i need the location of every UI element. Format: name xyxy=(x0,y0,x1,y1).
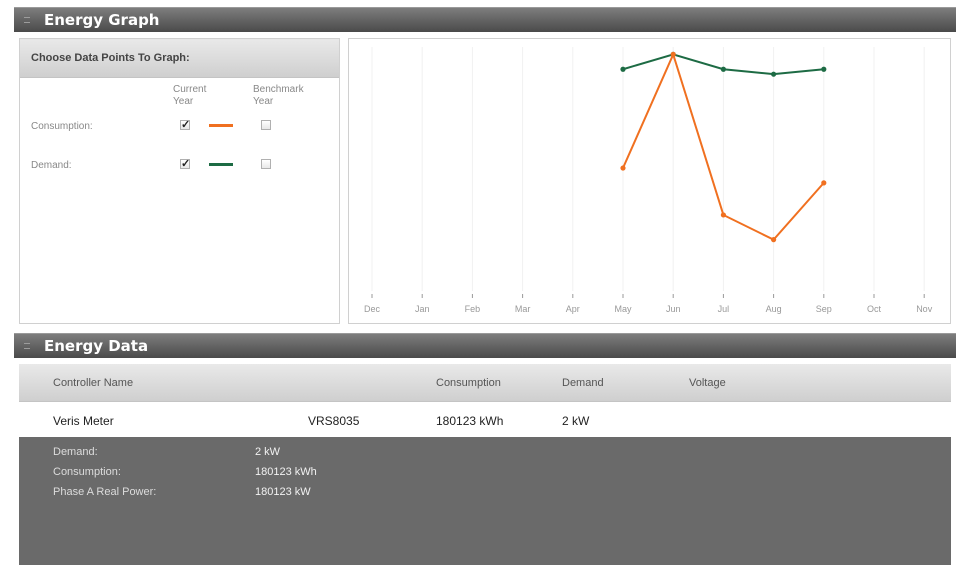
x-tick-label: Jun xyxy=(666,304,681,314)
energy-graph-title: Energy Graph xyxy=(44,11,160,29)
x-tick-label: Apr xyxy=(566,304,580,314)
energy-data-table: Controller Name Consumption Demand Volta… xyxy=(19,364,951,565)
controller-id-cell: VRS8035 xyxy=(308,414,360,428)
column-voltage[interactable]: Voltage xyxy=(689,377,726,389)
detail-value: 2 kW xyxy=(255,446,281,458)
demand-line-swatch xyxy=(209,163,233,166)
x-tick-label: Aug xyxy=(766,304,782,314)
detail-value: 180123 kW xyxy=(255,486,311,498)
consumption-label: Consumption: xyxy=(31,121,93,132)
x-tick-label: Oct xyxy=(867,304,882,314)
chooser-title: Choose Data Points To Graph: xyxy=(20,39,339,78)
data-point xyxy=(620,66,626,72)
consumption-cell: 180123 kWh xyxy=(436,414,504,428)
consumption-current-checkbox[interactable]: ✓ xyxy=(180,120,190,131)
data-point xyxy=(720,212,726,218)
column-consumption[interactable]: Consumption xyxy=(436,377,501,389)
benchmark-year-header: Benchmark Year xyxy=(253,84,304,107)
demand-cell: 2 kW xyxy=(562,414,590,428)
x-tick-label: Sep xyxy=(816,304,832,314)
x-tick-label: Mar xyxy=(515,304,531,314)
data-point xyxy=(720,66,726,72)
table-row[interactable]: Veris Meter VRS8035 180123 kWh 2 kW xyxy=(19,402,951,437)
consumption-benchmark-checkbox[interactable] xyxy=(261,120,271,130)
data-point-chooser: Choose Data Points To Graph: Current Yea… xyxy=(19,38,340,324)
data-point xyxy=(670,51,676,58)
drag-handle-icon[interactable] xyxy=(24,17,30,23)
data-point xyxy=(620,165,626,171)
detail-label: Consumption: xyxy=(53,466,121,478)
column-controller-name[interactable]: Controller Name xyxy=(53,377,133,389)
x-tick-label: Nov xyxy=(916,304,933,314)
detail-label: Demand: xyxy=(53,446,98,458)
controller-name-cell: Veris Meter xyxy=(53,414,114,428)
consumption-line-swatch xyxy=(209,124,233,127)
x-tick-label: Jul xyxy=(718,304,730,314)
data-point xyxy=(771,71,777,77)
demand-benchmark-checkbox[interactable] xyxy=(261,159,271,169)
current-year-header: Current Year xyxy=(173,84,207,107)
data-point xyxy=(771,237,777,243)
data-point xyxy=(821,66,827,72)
energy-data-title: Energy Data xyxy=(44,337,149,355)
demand-label: Demand: xyxy=(31,160,72,171)
data-point xyxy=(821,180,827,186)
energy-line-chart: Dec Jan Feb Mar Apr May Jun Jul Aug Sep Oct Nov xyxy=(364,47,933,314)
column-demand[interactable]: Demand xyxy=(562,377,604,389)
detail-label: Phase A Real Power: xyxy=(53,486,157,498)
energy-chart: Dec Jan Feb Mar Apr May Jun Jul Aug Sep Oct Nov xyxy=(348,38,951,324)
x-tick-label: Feb xyxy=(465,304,481,314)
x-tick-label: Jan xyxy=(415,304,430,314)
demand-current-checkbox[interactable]: ✓ xyxy=(180,159,190,170)
x-tick-label: May xyxy=(614,304,632,314)
table-header: Controller Name Consumption Demand Volta… xyxy=(19,364,951,402)
energy-graph-header[interactable]: Energy Graph xyxy=(14,7,956,32)
drag-handle-icon[interactable] xyxy=(24,343,30,349)
x-tick-label: Dec xyxy=(364,304,381,314)
detail-value: 180123 kWh xyxy=(255,466,317,478)
energy-data-header[interactable]: Energy Data xyxy=(14,333,956,358)
